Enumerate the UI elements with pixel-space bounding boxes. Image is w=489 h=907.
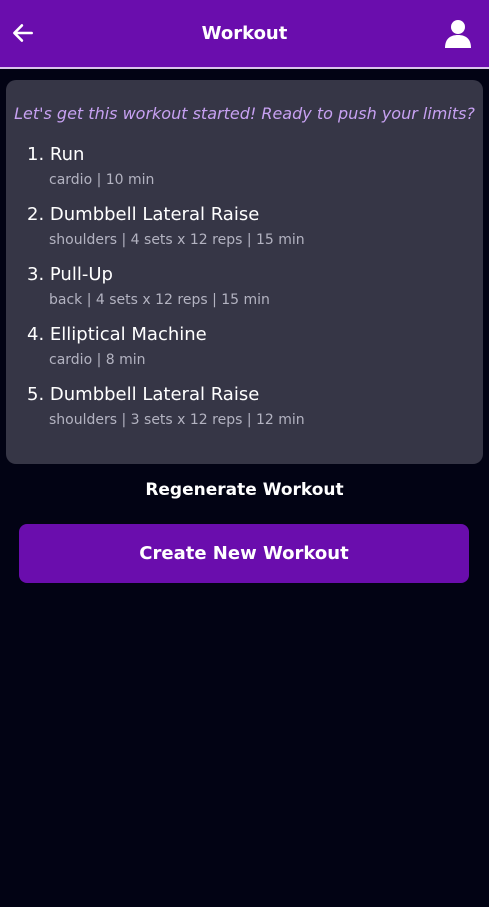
exercise-name: 5. Dumbbell Lateral Raise: [27, 384, 260, 405]
exercise-item: 4. Elliptical Machine cardio | 8 min: [27, 324, 473, 384]
exercise-name: 2. Dumbbell Lateral Raise: [27, 204, 260, 225]
exercise-details: cardio | 8 min: [49, 352, 146, 368]
user-icon: [445, 20, 471, 48]
exercise-item: 1. Run cardio | 10 min: [27, 144, 473, 204]
create-new-workout-label: Create New Workout: [139, 543, 349, 564]
exercise-name: 1. Run: [27, 144, 85, 165]
exercise-details: back | 4 sets x 12 reps | 15 min: [49, 292, 270, 308]
workout-card: Let's get this workout started! Ready to…: [6, 80, 483, 464]
exercise-name: 3. Pull-Up: [27, 264, 113, 285]
exercise-name: 4. Elliptical Machine: [27, 324, 207, 345]
exercise-details: shoulders | 3 sets x 12 reps | 12 min: [49, 412, 305, 428]
exercise-details: cardio | 10 min: [49, 172, 155, 188]
exercise-item: 2. Dumbbell Lateral Raise shoulders | 4 …: [27, 204, 473, 264]
profile-button[interactable]: [443, 18, 473, 48]
exercise-item: 5. Dumbbell Lateral Raise shoulders | 3 …: [27, 384, 473, 444]
exercise-details: shoulders | 4 sets x 12 reps | 15 min: [49, 232, 305, 248]
motivation-text: Let's get this workout started! Ready to…: [14, 104, 475, 123]
page-title: Workout: [201, 23, 288, 44]
create-new-workout-button[interactable]: Create New Workout: [19, 524, 469, 583]
exercise-item: 3. Pull-Up back | 4 sets x 12 reps | 15 …: [27, 264, 473, 324]
regenerate-workout-button[interactable]: Regenerate Workout: [0, 479, 489, 501]
app-header: Workout: [0, 0, 489, 69]
exercise-list: 1. Run cardio | 10 min 2. Dumbbell Later…: [27, 144, 473, 444]
